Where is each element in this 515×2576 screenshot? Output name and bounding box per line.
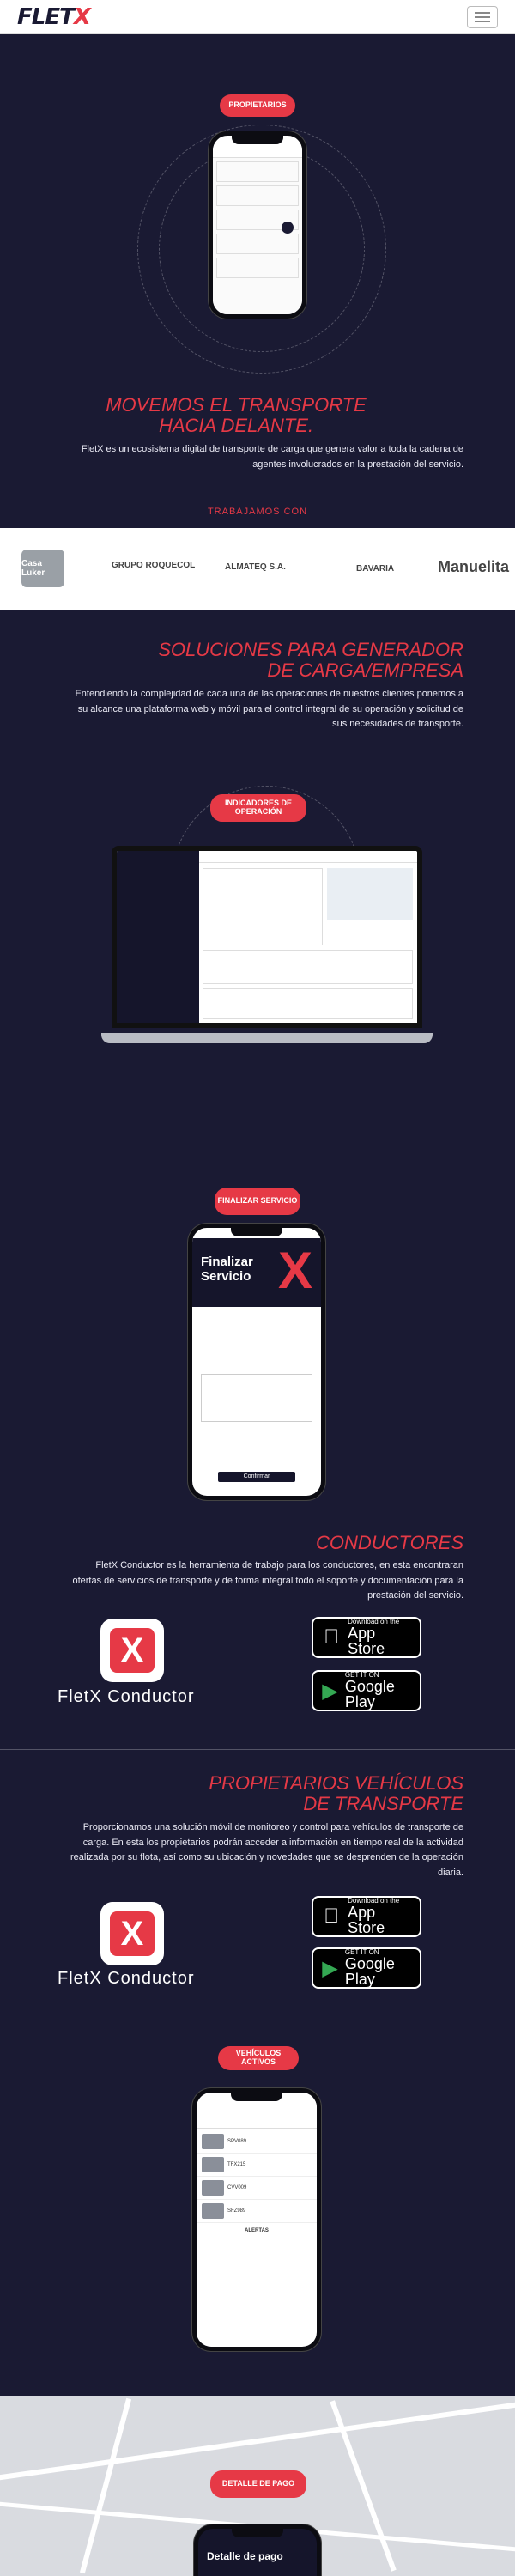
vehicle-row[interactable]: SPV089 [197, 2130, 317, 2154]
pago-phone: Detalle de pago [194, 2524, 321, 2576]
google-play-button[interactable]: ▶ GET IT ON Google Play [312, 1947, 421, 1989]
fletx-logo[interactable]: FLETX [17, 4, 91, 30]
google-play-button[interactable]: ▶ GET IT ON Google Play [312, 1670, 421, 1711]
dashboard-screen [112, 846, 422, 1028]
vehiculos-pill: VEHÍCULOS ACTIVOS [218, 2046, 299, 2070]
hero-phone [209, 131, 306, 319]
finalizar-phone: Finalizar Servicio X Confirmar [188, 1224, 325, 1500]
apple-icon:  [322, 1625, 341, 1649]
finalizar-title: Finalizar Servicio [201, 1255, 253, 1284]
partners-band: Casa Luker GRUPO ROQUECOL ALMATEQ S.A. B… [0, 528, 515, 610]
hero-heading: MOVEMOS EL TRANSPORTE HACIA DELANTE. [106, 394, 367, 437]
detalle-pago-pill: DETALLE DE PAGO [210, 2470, 306, 2498]
propietarios-pill: PROPIETARIOS [220, 94, 295, 117]
partner-logo: Manuelita [438, 558, 510, 575]
propietarios-description: Proporcionamos una solución móvil de mon… [70, 1822, 464, 1878]
confirm-button[interactable]: Confirmar [218, 1472, 295, 1482]
section-divider [0, 1749, 515, 1750]
play-icon: ▶ [322, 1679, 338, 1703]
app-icon[interactable]: X [100, 1902, 164, 1965]
finalizar-pill: FINALIZAR SERVICIO [215, 1188, 300, 1215]
partner-logo: ALMATEQ S.A. [225, 562, 286, 572]
partner-logo: BAVARIA [356, 564, 395, 574]
alerts-label: ALERTAS [245, 2228, 269, 2233]
vehicle-row[interactable]: TFX215 [197, 2154, 317, 2177]
conductores-description: FletX Conductor es la herramienta de tra… [72, 1560, 464, 1601]
laptop-base [101, 1033, 433, 1043]
hero-description: FletX es un ecosistema digital de transp… [81, 444, 464, 470]
play-icon: ▶ [322, 1956, 338, 1980]
app-icon[interactable]: X [100, 1619, 164, 1682]
pago-title: Detalle de pago [207, 2550, 283, 2562]
app-name: FletX Conductor [58, 1687, 195, 1706]
partner-logo: Casa Luker [21, 550, 64, 587]
vehicle-row[interactable]: SFZ989 [197, 2200, 317, 2223]
solutions-description: Entendiendo la complejidad de cada una d… [75, 689, 464, 730]
partners-title: TRABAJAMOS CON [207, 507, 308, 517]
conductores-heading: CONDUCTORES [316, 1532, 464, 1553]
partner-logo: GRUPO ROQUECOL [112, 561, 196, 570]
vehicle-row[interactable]: CVV009 [197, 2177, 317, 2200]
app-store-button[interactable]:  Download on theApp Store [312, 1896, 421, 1937]
vehiculos-phone: SPV089 TFX215 CVV009 SFZ989 ALERTAS [192, 2088, 321, 2351]
propietarios-heading: PROPIETARIOS VEHÍCULOS DE TRANSPORTE [209, 1772, 464, 1815]
menu-toggle-icon[interactable] [467, 5, 498, 28]
apple-icon:  [322, 1905, 341, 1929]
app-name: FletX Conductor [58, 1969, 195, 1988]
indicadores-pill: INDICADORES DE OPERACIÓN [210, 794, 306, 822]
site-header: FLETX [0, 0, 515, 34]
app-store-button[interactable]:  Download on theApp Store [312, 1617, 421, 1658]
solutions-heading: SOLUCIONES PARA GENERADOR DE CARGA/EMPRE… [158, 639, 464, 682]
